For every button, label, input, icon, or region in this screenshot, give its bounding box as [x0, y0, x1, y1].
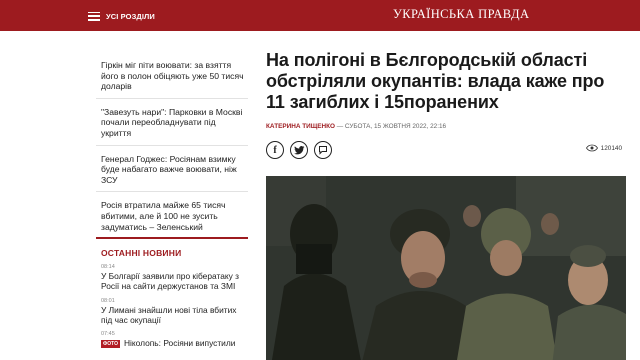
author-link[interactable]: КАТЕРИНА ТИЩЕНКО: [266, 123, 335, 130]
news-headline[interactable]: У Лимані знайшли нові тіла вбитих під ча…: [101, 305, 248, 326]
photo-badge: ФОТО: [101, 340, 120, 349]
article-byline: КАТЕРИНА ТИЩЕНКО — СУБОТА, 15 ЖОВТНЯ 202…: [266, 123, 626, 130]
comment-icon[interactable]: [314, 141, 332, 159]
all-sections-menu-button[interactable]: УСІ РОЗДІЛИ: [88, 9, 155, 23]
views-count: 120140: [600, 144, 622, 152]
news-headline[interactable]: Ніколопь: Росіяни випустили: [124, 338, 235, 348]
sidebar-news-item[interactable]: Генерал Годжес: Росіянам взимку буде наб…: [96, 146, 248, 193]
latest-news-item[interactable]: 07:45 ФОТО Ніколопь: Росіяни випустили: [101, 331, 248, 349]
sidebar-news-item[interactable]: "Завезуть нари": Парковки в Москві почал…: [96, 99, 248, 146]
site-logo[interactable]: УКРАЇНСЬКА ПРАВДА: [393, 7, 529, 22]
view-counter: 120140: [585, 144, 622, 152]
sidebar-news-item[interactable]: Росія втратила майже 65 тисяч вбитими, а…: [96, 192, 248, 238]
latest-news-panel: ОСТАННІ НОВИНИ 08:14 У Болгарії заявили …: [96, 237, 248, 360]
publish-date: — СУБОТА, 15 ЖОВТНЯ 2022, 22:16: [334, 123, 447, 130]
eye-icon: [585, 144, 598, 152]
article-headline: На полігоні в Бєлгородській області обст…: [266, 50, 605, 112]
latest-news-item[interactable]: 08:14 У Болгарії заявили про кібератаку …: [101, 264, 248, 292]
top-navigation-bar: УСІ РОЗДІЛИ УКРАЇНСЬКА ПРАВДА: [0, 0, 640, 31]
article-main-photo: [266, 176, 626, 360]
menu-label: УСІ РОЗДІЛИ: [106, 11, 155, 21]
news-time: 08:14: [101, 264, 115, 270]
latest-news-item[interactable]: 08:01 У Лимані знайшли нові тіла вбитих …: [101, 298, 248, 326]
sidebar-top-news: Гіркін міг піти воювати: за взяття його …: [96, 50, 248, 238]
facebook-icon[interactable]: f: [266, 141, 284, 159]
news-time: 08:01: [101, 297, 115, 304]
share-toolbar: f 120140: [266, 141, 626, 163]
hamburger-icon: [88, 11, 100, 21]
news-headline[interactable]: У Болгарії заявили про кібератаку з Росі…: [101, 271, 248, 292]
soldiers-photo: [266, 176, 626, 360]
latest-news-title[interactable]: ОСТАННІ НОВИНИ: [101, 248, 248, 258]
sidebar-news-item[interactable]: Гіркін міг піти воювати: за взяття його …: [96, 50, 248, 99]
news-time: 07:45: [101, 331, 115, 338]
twitter-icon[interactable]: [290, 141, 308, 159]
article: На полігоні в Бєлгородській області обст…: [266, 50, 626, 159]
